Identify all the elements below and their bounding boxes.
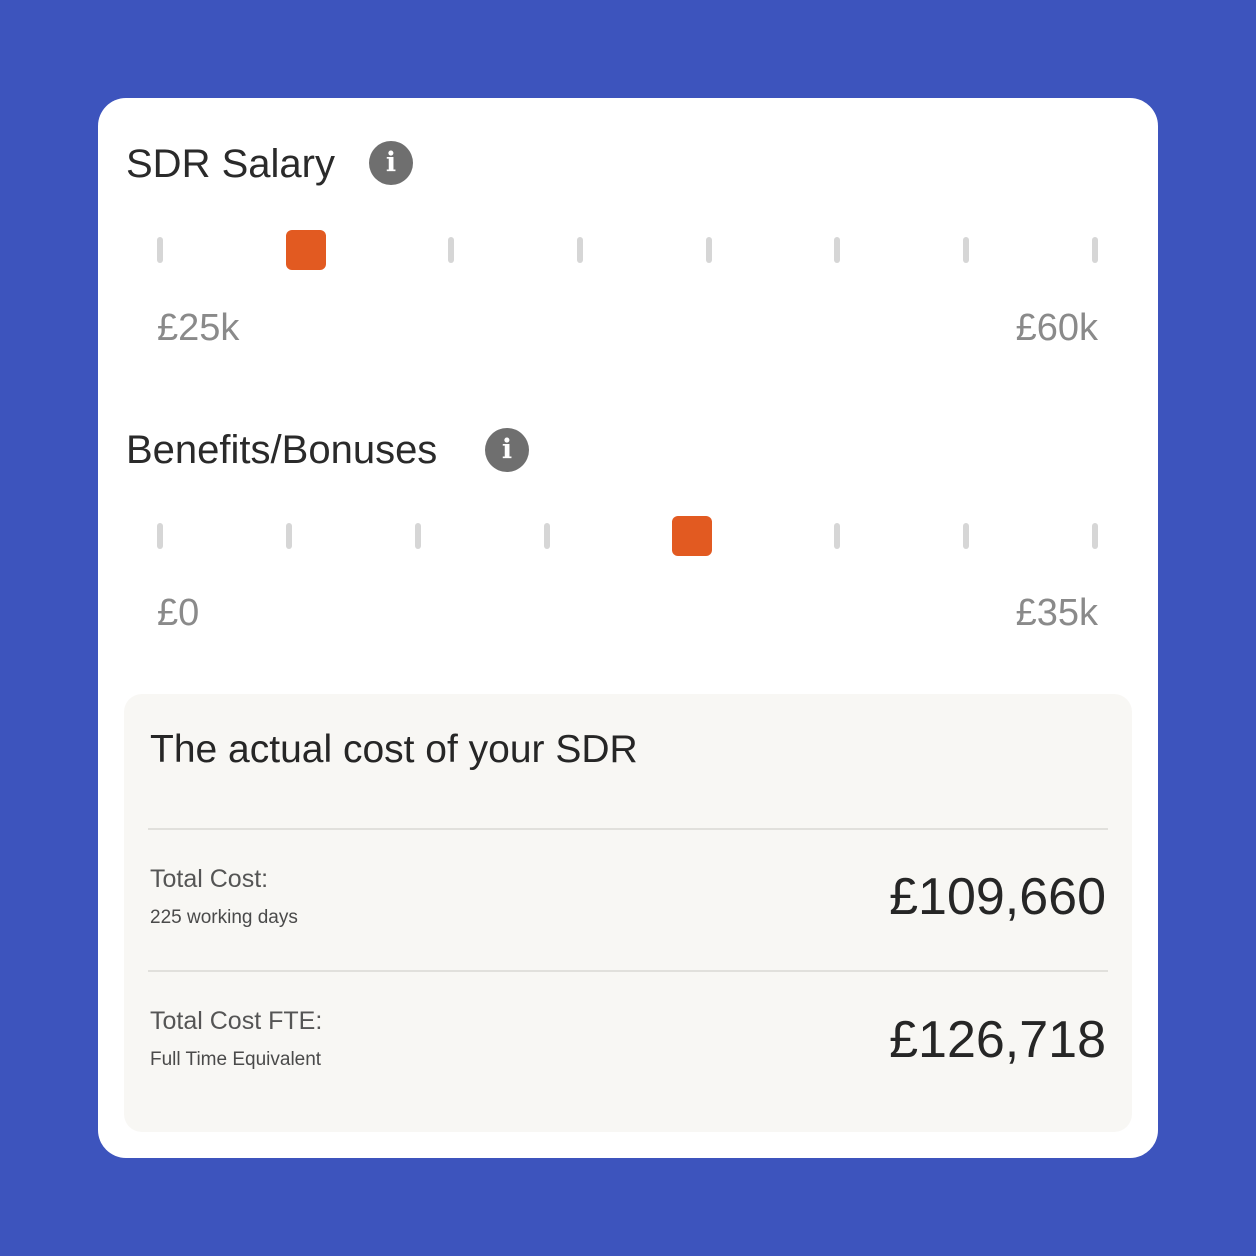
salary-min-label: £25k (157, 307, 240, 349)
salary-max-label: £60k (1015, 307, 1098, 349)
benefits-slider-tick[interactable] (157, 523, 163, 549)
salary-info-icon[interactable]: i (369, 141, 413, 185)
total-cost-value: £109,660 (889, 868, 1106, 926)
benefits-slider-tick[interactable] (544, 523, 550, 549)
results-panel: The actual cost of your SDR Total Cost: … (124, 694, 1132, 1132)
benefits-max-label: £35k (1015, 592, 1098, 634)
benefits-slider-title: Benefits/Bonuses (126, 428, 438, 472)
salary-slider-tick[interactable] (448, 237, 454, 263)
salary-slider-tick[interactable] (963, 237, 969, 263)
salary-slider-title: SDR Salary (126, 142, 335, 186)
salary-slider-tick[interactable] (577, 237, 583, 263)
divider (148, 970, 1108, 972)
total-cost-label: Total Cost: (150, 865, 269, 893)
benefits-slider-tick[interactable] (415, 523, 421, 549)
salary-slider-tick[interactable] (157, 237, 163, 263)
cost-calculator-card: SDR Salary i £25k £60k Benefits/Bonuses … (98, 98, 1158, 1158)
salary-slider-tick[interactable] (706, 237, 712, 263)
benefits-slider-thumb[interactable] (672, 516, 712, 556)
salary-slider-tick[interactable] (1092, 237, 1098, 263)
total-cost-fte-label: Total Cost FTE: (150, 1007, 323, 1035)
benefits-slider-tick[interactable] (1092, 523, 1098, 549)
salary-slider-tick[interactable] (834, 237, 840, 263)
benefits-slider-tick[interactable] (286, 523, 292, 549)
total-cost-sublabel: 225 working days (150, 907, 298, 928)
salary-slider-thumb[interactable] (286, 230, 326, 270)
total-cost-fte-sublabel: Full Time Equivalent (150, 1049, 322, 1070)
total-cost-fte-value: £126,718 (889, 1011, 1106, 1069)
divider (148, 828, 1108, 830)
benefits-min-label: £0 (157, 592, 200, 634)
benefits-slider-tick[interactable] (963, 523, 969, 549)
benefits-slider[interactable] (98, 506, 1158, 566)
benefits-info-icon[interactable]: i (485, 428, 529, 472)
results-title: The actual cost of your SDR (150, 728, 638, 771)
benefits-slider-tick[interactable] (834, 523, 840, 549)
salary-slider[interactable] (98, 220, 1158, 280)
